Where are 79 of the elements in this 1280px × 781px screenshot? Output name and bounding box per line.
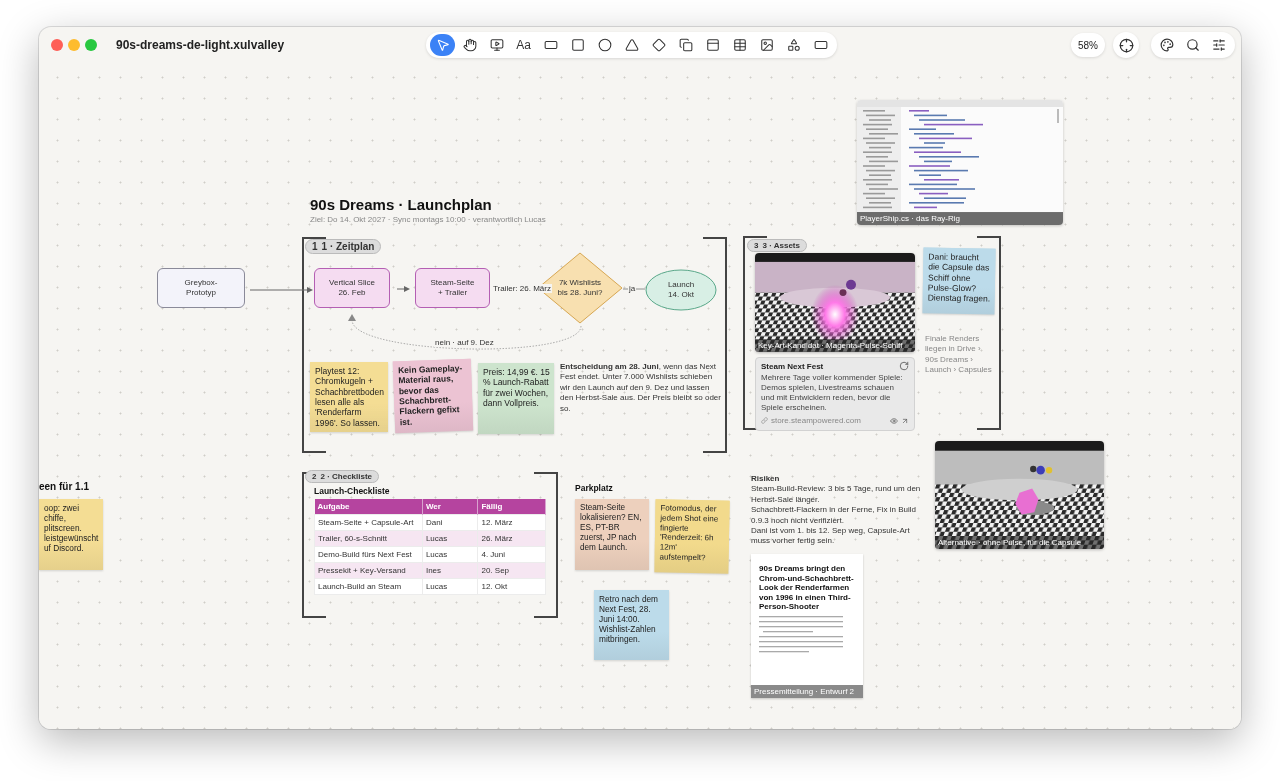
table-cell: Steam-Seite + Capsule-Art <box>314 514 423 530</box>
edge-label: nein · auf 9. Dez <box>434 338 495 347</box>
column-header: Wer <box>422 499 478 514</box>
rectangle-icon <box>543 38 558 52</box>
section-heading: een für 1.1 <box>39 481 90 492</box>
sticky-note: Dani: braucht die Capsule das Schiff ohne Pulse-Glow? Dienstag fragen. <box>922 247 996 315</box>
frame-label[interactable]: 3 3 · Assets <box>747 239 807 252</box>
column-header: Fällig <box>477 499 546 514</box>
table-icon <box>732 38 747 52</box>
link-description: Mehrere Tage voller kommender Spiele: Demos spielen, Livestreams schauen und mit Entwicklern reden, bevor die Spiele erscheinen. <box>761 373 904 413</box>
frame-number: 3 <box>754 241 759 250</box>
shapes-icon <box>786 38 801 52</box>
image-caption: Alternative · ohne Pulse, für die Capsule <box>935 536 1104 549</box>
sticky-note: oop: zwei chiffe, plitscreen. leistgewünscht uf Discord. <box>39 499 103 570</box>
image-caption: Key-Art-Kandidat · Magenta-Pulse-Schiff <box>755 339 915 352</box>
checklist-title: Launch-Checkliste <box>314 486 390 496</box>
window-close-button[interactable] <box>51 39 63 51</box>
pointer-icon <box>435 38 450 52</box>
square-icon <box>570 38 585 52</box>
table-cell: Dani <box>422 514 478 530</box>
link-card[interactable]: Steam Next Fest Mehrere Tage voller kommender Spiele: Demos spielen, Livestreams schauen und mit Entwicklern reden, bevor die Spiele erscheinen. store.steampowered.com <box>755 357 915 431</box>
flow-node: Steam-Seite + Trailer <box>415 268 490 308</box>
eye-icon <box>890 416 898 425</box>
risks-note: Risiken Steam-Build-Review: 3 bis 5 Tage, rund um den Herbst-Sale länger. Schachbrett-Flackern in der Ferne, Fix in Build 0.9.3 noch nicht verifiziert. Dani ist vom 1. bis 12. Sep weg, Capsule-Art muss vorher fertig sein. <box>751 474 922 547</box>
diamond-icon <box>651 38 666 52</box>
ellipse-node <box>645 269 717 311</box>
sticky-note: Preis: 14,99 €. 15 % Launch-Rabatt für zwei Wochen, dann Vollpreis. <box>478 363 554 434</box>
frame-label[interactable]: 1 1 · Zeitplan <box>305 239 382 254</box>
edge-label: Trailer: 26. März <box>492 284 552 293</box>
edge-label: ja <box>628 284 637 293</box>
image-icon <box>759 38 774 52</box>
board-subtitle: Ziel: Do 14. Okt 2027 · Sync montags 10:00 · verantwortlich Lucas <box>310 215 546 224</box>
sliders-icon <box>1212 38 1226 52</box>
card-icon <box>705 38 720 52</box>
palette-icon <box>1160 38 1174 52</box>
frame-title: 3 · Assets <box>762 241 800 250</box>
connector-line <box>622 288 646 290</box>
frame-number: 1 <box>312 241 318 252</box>
sticky-note: Steam-Seite lokalisieren? EN, ES, PT-BR zuerst, JP nach dem Launch. <box>575 499 649 570</box>
arrow <box>249 287 313 293</box>
document-heading: 90s Dreams bringt den Chrom-und-Schachbrett-Look der Renderfarmen von 1996 in einen Third-Person-Shooter <box>759 564 855 612</box>
crosshair-icon <box>1118 37 1134 53</box>
link-icon <box>761 417 768 424</box>
frame-title: 1 · Zeitplan <box>321 241 375 252</box>
note-text: Finale Renders liegen in Drive › 90s Dreams › Launch › Capsules <box>925 334 993 376</box>
search-icon <box>1186 38 1200 52</box>
triangle-icon <box>624 38 639 52</box>
pill-icon <box>813 38 828 52</box>
sticky-note: Kein Gameplay-Material raus, bevor das Schachbrett-Flackern gefixt ist. <box>392 358 474 434</box>
recenter-button[interactable] <box>1113 32 1139 58</box>
flow-node: Vertical Slice 26. Feb <box>314 268 390 308</box>
board-title: 90s Dreams · Launchplan <box>310 196 492 213</box>
sticky-note: Fotomodus, der jedem Shot eine fingierte 'Renderzeit: 6h 12m' aufstempelt? <box>654 499 730 574</box>
table-cell: 12. März <box>477 514 546 530</box>
node-label: Launch 14. Okt <box>667 279 695 301</box>
sticky-note: Playtest 12: Chromkugeln + Schachbrettboden lesen alle als 'Renderfarm 1996'. So lassen. <box>310 362 388 433</box>
circle-icon <box>597 38 612 52</box>
copy-icon <box>678 38 693 52</box>
zoom-level-button[interactable]: 58% <box>1071 33 1105 57</box>
decision-note: Entscheidung am 28. Juni, wenn das Next Fest endet. Unter 7.000 Wishlists schieben wir den Launch auf den 9. Dez und lassen den Herbst-Sale aus. Der Preis bleibt so oder so. <box>560 362 722 414</box>
sticky-note: Retro nach dem Next Fest, 28. Juni 14:00. Wishlist-Zahlen mitbringen. <box>594 590 669 660</box>
link-title: Steam Next Fest <box>761 361 824 371</box>
refresh-icon <box>899 361 909 371</box>
hand-icon <box>462 38 477 52</box>
document-caption: Pressemitteilung · Entwurf 2 <box>751 685 863 698</box>
frame-number: 2 <box>312 472 317 481</box>
column-header: Aufgabe <box>314 499 423 514</box>
node-label: 7k Wishlists bis 28. Juni? <box>557 277 603 299</box>
link-url: store.steampowered.com <box>771 416 861 425</box>
arrow-up-right-icon <box>901 416 909 425</box>
window-title: 90s-dreams-de-light.xulvalley <box>116 38 286 52</box>
frame-title: 2 · Checkliste <box>320 472 373 481</box>
frame-label[interactable]: 2 2 · Checkliste <box>305 470 380 483</box>
section-heading: Parkplatz <box>575 483 613 493</box>
arrow <box>396 286 410 292</box>
monitor-play-icon <box>489 38 504 52</box>
text-tool[interactable]: Aa <box>511 34 536 56</box>
flow-node: Greybox- Prototyp <box>157 268 245 308</box>
image-caption: PlayerShip.cs · das Ray-Rig <box>857 212 1063 225</box>
